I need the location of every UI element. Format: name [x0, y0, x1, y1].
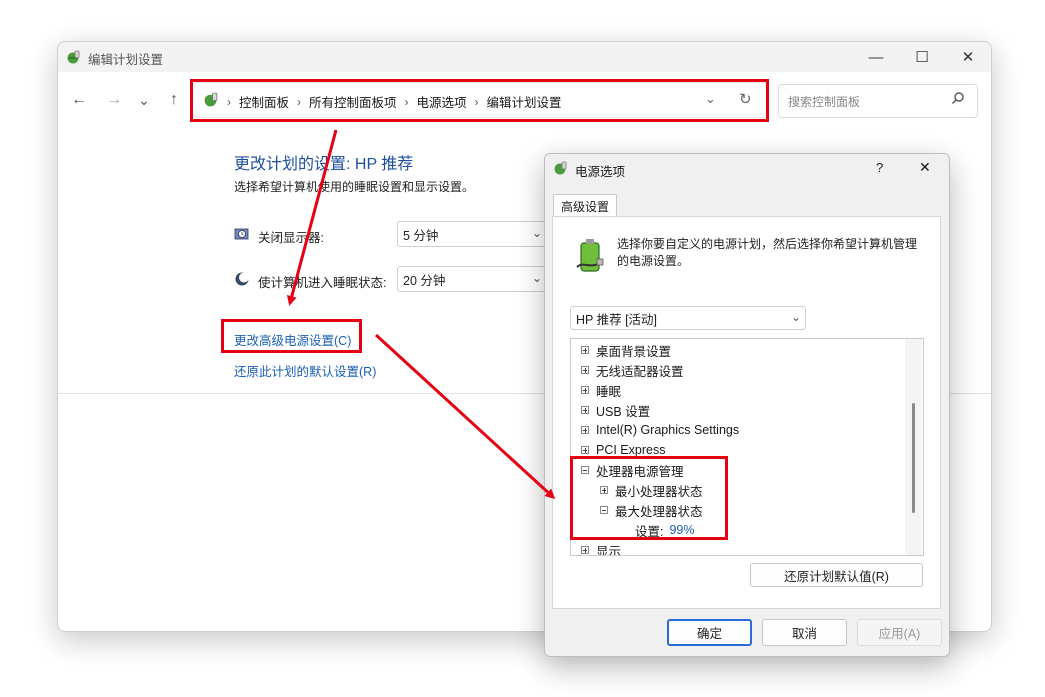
annotation-arrows: [286, 129, 556, 500]
arrow-to-advanced-link: [286, 129, 338, 306]
arrow-to-processor-settings: [374, 333, 556, 500]
